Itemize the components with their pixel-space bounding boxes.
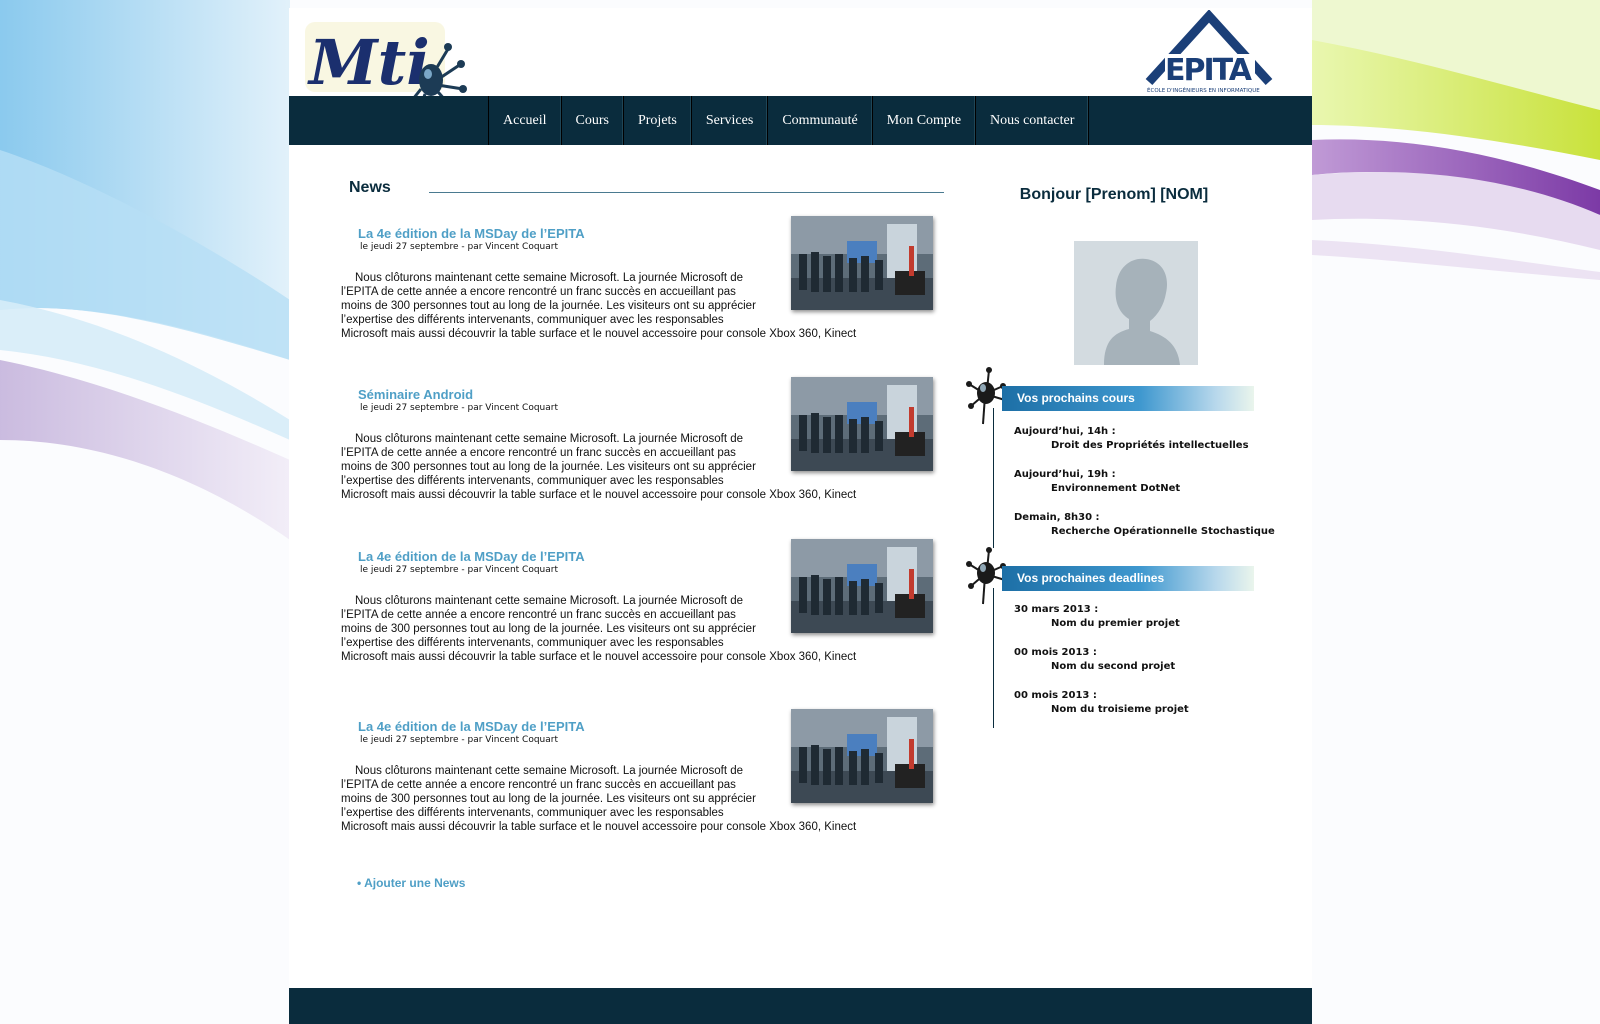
news-title-divider: [429, 192, 944, 193]
spider-icon: [966, 367, 1007, 425]
deadline-entry[interactable]: 30 mars 2013 : Nom du premier projet: [1014, 604, 1274, 629]
nav-item-services[interactable]: Services: [692, 96, 769, 145]
deadline-project: Nom du second projet: [1051, 661, 1176, 672]
epita-logo-tagline: ÉCOLE D'INGÉNIEURS EN INFORMATIQUE: [1147, 86, 1260, 94]
news-article-line: Microsoft mais aussi découvrir la table …: [341, 651, 857, 663]
deadline-date: 30 mars 2013 :: [1014, 604, 1099, 615]
deadline-date: 00 mois 2013 :: [1014, 690, 1097, 701]
course-time: Demain, 8h30 :: [1014, 512, 1100, 523]
news-article-line: l’expertise des différents intervenants,…: [341, 475, 724, 487]
epita-logo[interactable]: EPITA ÉCOLE D'INGÉNIEURS EN INFORMATIQUE: [1139, 10, 1279, 94]
course-time: Aujourd’hui, 14h :: [1014, 426, 1116, 437]
mti-logo-text: Mti: [307, 26, 430, 99]
deadline-project: Nom du premier projet: [1051, 618, 1180, 629]
user-greeting: Bonjour [Prenom] [NOM]: [1019, 186, 1209, 203]
footer: [289, 988, 1312, 1024]
news-article: La 4e édition de la MSDay de l’EPITA le …: [339, 216, 959, 361]
news-article: Séminaire Android le jeudi 27 septembre …: [339, 377, 959, 522]
nav-item-mon-compte[interactable]: Mon Compte: [873, 96, 977, 145]
nav-menu: Accueil Cours Projets Services Communaut…: [488, 96, 1090, 145]
news-article-line: l’expertise des différents intervenants,…: [341, 637, 724, 649]
news-article-line: Microsoft mais aussi découvrir la table …: [341, 328, 857, 340]
news-article-title[interactable]: La 4e édition de la MSDay de l’EPITA: [358, 719, 585, 734]
news-article-title[interactable]: La 4e édition de la MSDay de l’EPITA: [358, 549, 585, 564]
deadline-date: 00 mois 2013 :: [1014, 647, 1097, 658]
news-article-photo[interactable]: [791, 709, 933, 803]
nav-item-projets[interactable]: Projets: [624, 96, 692, 145]
avatar[interactable]: [1074, 241, 1198, 365]
upcoming-deadlines-title: Vos prochaines deadlines: [1002, 566, 1254, 591]
news-article-photo[interactable]: [791, 377, 933, 471]
news-article-meta: le jeudi 27 septembre - par Vincent Coqu…: [360, 242, 559, 252]
course-entry[interactable]: Demain, 8h30 : Recherche Opérationnelle …: [1014, 512, 1275, 537]
news-article-line: Microsoft mais aussi découvrir la table …: [341, 821, 857, 833]
deadlines-timeline: [993, 588, 994, 728]
course-entry[interactable]: Aujourd’hui, 14h : Droit des Propriétés …: [1014, 426, 1274, 451]
news-article-photo[interactable]: [791, 216, 933, 310]
nav-item-communaute[interactable]: Communauté: [768, 96, 873, 145]
news-article-title[interactable]: Séminaire Android: [358, 387, 473, 402]
course-time: Aujourd’hui, 19h :: [1014, 469, 1116, 480]
news-article-line: l’expertise des différents intervenants,…: [341, 314, 724, 326]
news-article-line: Microsoft mais aussi découvrir la table …: [341, 489, 857, 501]
news-section-title: News: [349, 179, 391, 196]
nav-item-nous-contacter[interactable]: Nous contacter: [976, 96, 1090, 145]
main-navbar: Accueil Cours Projets Services Communaut…: [289, 96, 1312, 145]
nav-item-cours[interactable]: Cours: [562, 96, 624, 145]
nav-item-accueil[interactable]: Accueil: [489, 96, 562, 145]
news-article-title[interactable]: La 4e édition de la MSDay de l’EPITA: [358, 226, 585, 241]
deadline-entry[interactable]: 00 mois 2013 : Nom du second projet: [1014, 647, 1274, 672]
news-article-meta: le jeudi 27 septembre - par Vincent Coqu…: [360, 735, 559, 745]
courses-timeline: [993, 408, 994, 548]
news-article-meta: le jeudi 27 septembre - par Vincent Coqu…: [360, 565, 559, 575]
news-article-photo[interactable]: [791, 539, 933, 633]
news-article-line: l’expertise des différents intervenants,…: [341, 807, 724, 819]
main-content: News La 4e édition de la MSDay de l’EPIT…: [289, 146, 1312, 966]
course-name: Environnement DotNet: [1051, 483, 1181, 494]
add-news-link[interactable]: • Ajouter une News: [357, 876, 465, 890]
spider-icon: [966, 547, 1007, 605]
course-name: Droit des Propriétés intellectuelles: [1051, 440, 1249, 451]
deadline-entry[interactable]: 00 mois 2013 : Nom du troisieme projet: [1014, 690, 1274, 715]
deadline-project: Nom du troisieme projet: [1051, 704, 1189, 715]
page-container: Mti EPITA ÉCOLE D'INGÉNIEURS EN INFORMAT…: [289, 8, 1312, 1024]
course-name: Recherche Opérationnelle Stochastique: [1051, 526, 1275, 537]
header: Mti EPITA ÉCOLE D'INGÉNIEURS EN INFORMAT…: [289, 8, 1312, 146]
news-article: La 4e édition de la MSDay de l’EPITA le …: [339, 539, 959, 684]
news-article-meta: le jeudi 27 septembre - par Vincent Coqu…: [360, 403, 559, 413]
news-article: La 4e édition de la MSDay de l’EPITA le …: [339, 709, 959, 854]
course-entry[interactable]: Aujourd’hui, 19h : Environnement DotNet: [1014, 469, 1274, 494]
upcoming-courses-title: Vos prochains cours: [1002, 386, 1254, 411]
epita-logo-name: EPITA: [1165, 53, 1253, 88]
